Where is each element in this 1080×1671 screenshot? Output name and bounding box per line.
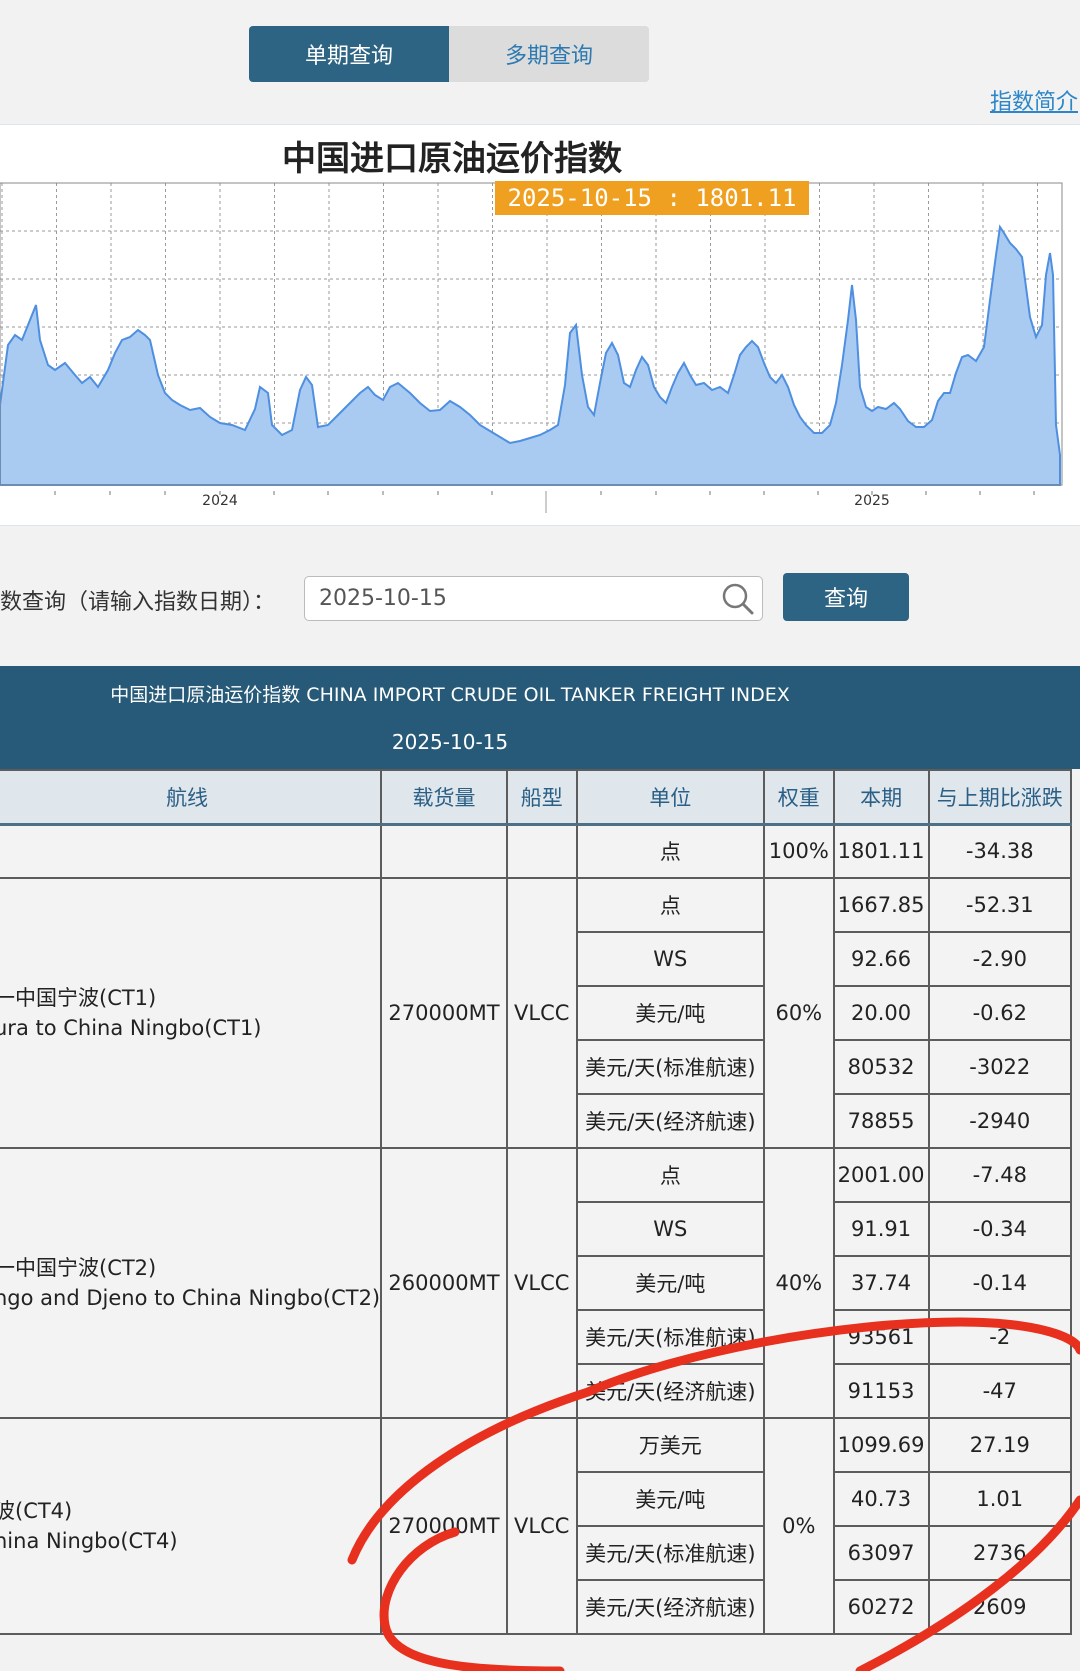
current-cell: 1801.11 [832, 823, 930, 879]
unit-cell: 美元/天(经济航速) [575, 1363, 765, 1419]
index-intro-link[interactable]: 指数简介 [990, 84, 1078, 116]
change-cell: 2609 [927, 1579, 1073, 1635]
table-row: 点 100% 1801.11 -34.38 [0, 823, 1073, 879]
capacity-cell: 270000MT [380, 877, 508, 1149]
change-cell: 2736 [927, 1525, 1073, 1581]
weight-cell: 0% [762, 1417, 835, 1635]
date-input[interactable] [319, 577, 699, 620]
table-row: 一中国宁波(CT2) ngo and Djeno to China Ningbo… [0, 1147, 1073, 1419]
route-cell: 波(CT4) hina Ningbo(CT4) [0, 1417, 383, 1635]
weight-cell: 40% [762, 1147, 835, 1419]
header-current: 本期 [832, 769, 930, 826]
x-tick-label: 2024 [202, 493, 238, 509]
chart-title: 中国进口原油运价指数 [282, 139, 622, 179]
chart-panel: 2024 2025 2025-10-15 : 1801.11 中国进口原油运价指数 [0, 124, 1080, 526]
change-cell: -2940 [927, 1093, 1073, 1149]
header-capacity: 载货量 [380, 769, 508, 826]
current-cell: 2001.00 [832, 1147, 930, 1203]
unit-cell: 点 [575, 877, 765, 933]
change-cell: -0.62 [927, 985, 1073, 1041]
header-weight: 权重 [762, 769, 835, 826]
table-row: 一中国宁波(CT1) ura to China Ningbo(CT1) 2700… [0, 877, 1073, 1149]
table-date: 2025-10-15 [391, 730, 509, 754]
route-cn: 一中国宁波(CT2) [0, 1256, 157, 1280]
current-cell: 93561 [832, 1309, 930, 1365]
unit-cell: 美元/天(标准航速) [575, 1525, 765, 1581]
search-icon[interactable] [720, 581, 756, 617]
x-tick-label: 2025 [854, 493, 890, 509]
current-cell: 78855 [832, 1093, 930, 1149]
change-cell: -7.48 [927, 1147, 1073, 1203]
unit-cell: 美元/吨 [575, 1471, 765, 1527]
index-area-series [0, 224, 1061, 486]
unit-cell: 美元/天(标准航速) [575, 1039, 765, 1095]
ship-cell [505, 823, 578, 879]
unit-cell: 美元/天(经济航速) [575, 1579, 765, 1635]
header-change: 与上期比涨跌 [927, 769, 1073, 826]
unit-cell: 美元/天(经济航速) [575, 1093, 765, 1149]
current-cell: 60272 [832, 1579, 930, 1635]
unit-cell: 点 [575, 1147, 765, 1203]
freight-index-table: 航线 载货量 船型 单位 权重 本期 与上期比涨跌 点 100% 1801.11… [0, 769, 1073, 1635]
date-search-box [304, 576, 763, 621]
current-cell: 20.00 [832, 985, 930, 1041]
table-title: 中国进口原油运价指数 CHINA IMPORT CRUDE OIL TANKER… [110, 684, 790, 706]
single-period-tab[interactable]: 单期查询 [249, 26, 449, 82]
current-cell: 40.73 [832, 1471, 930, 1527]
ship-cell: VLCC [505, 1147, 578, 1419]
route-cell [0, 823, 383, 879]
route-en: hina Ningbo(CT4) [0, 1529, 178, 1553]
current-cell: 91.91 [832, 1201, 930, 1257]
route-cell: 一中国宁波(CT2) ngo and Djeno to China Ningbo… [0, 1147, 383, 1419]
current-cell: 91153 [832, 1363, 930, 1419]
ship-cell: VLCC [505, 877, 578, 1149]
change-cell: -0.34 [927, 1201, 1073, 1257]
unit-cell: 美元/吨 [575, 1255, 765, 1311]
current-cell: 63097 [832, 1525, 930, 1581]
change-cell: -2.90 [927, 931, 1073, 987]
route-cn: 一中国宁波(CT1) [0, 986, 157, 1010]
change-cell: -34.38 [927, 823, 1073, 879]
index-chart: 2024 2025 2025-10-15 : 1801.11 [0, 181, 1063, 513]
route-cell: 一中国宁波(CT1) ura to China Ningbo(CT1) [0, 877, 383, 1149]
route-en: ngo and Djeno to China Ningbo(CT2) [0, 1286, 381, 1310]
route-cn: 波(CT4) [0, 1499, 73, 1523]
change-cell: -47 [927, 1363, 1073, 1419]
change-cell: -2 [927, 1309, 1073, 1365]
current-cell: 80532 [832, 1039, 930, 1095]
capacity-cell: 260000MT [380, 1147, 508, 1419]
capacity-cell: 270000MT [380, 1417, 508, 1635]
current-cell: 37.74 [832, 1255, 930, 1311]
tooltip-text: 2025-10-15 : 1801.11 [508, 184, 797, 212]
unit-cell: 万美元 [575, 1417, 765, 1473]
unit-cell: WS [575, 1201, 765, 1257]
unit-cell: 美元/吨 [575, 985, 765, 1041]
unit-cell: 美元/天(标准航速) [575, 1309, 765, 1365]
table-title-band: 中国进口原油运价指数 CHINA IMPORT CRUDE OIL TANKER… [0, 666, 1080, 769]
table-row: 波(CT4) hina Ningbo(CT4) 270000MT VLCC 万美… [0, 1417, 1073, 1635]
current-cell: 92.66 [832, 931, 930, 987]
header-route: 航线 [0, 769, 383, 826]
current-cell: 1099.69 [832, 1417, 930, 1473]
change-cell: 27.19 [927, 1417, 1073, 1473]
change-cell: -3022 [927, 1039, 1073, 1095]
search-label: 数查询（请输入指数日期）： [0, 590, 276, 615]
ship-cell: VLCC [505, 1417, 578, 1635]
change-cell: -0.14 [927, 1255, 1073, 1311]
change-cell: -52.31 [927, 877, 1073, 933]
unit-cell: WS [575, 931, 765, 987]
unit-cell: 点 [575, 823, 765, 879]
header-ship: 船型 [505, 769, 578, 826]
query-mode-toggle: 单期查询 多期查询 [249, 26, 649, 82]
table-header-row: 航线 载货量 船型 单位 权重 本期 与上期比涨跌 [0, 769, 1073, 826]
weight-cell: 100% [762, 823, 835, 879]
weight-cell: 60% [762, 877, 835, 1149]
route-en: ura to China Ningbo(CT1) [0, 1016, 262, 1040]
query-button[interactable]: 查询 [783, 573, 909, 621]
header-unit: 单位 [575, 769, 765, 826]
capacity-cell [380, 823, 508, 879]
change-cell: 1.01 [927, 1471, 1073, 1527]
current-cell: 1667.85 [832, 877, 930, 933]
multi-period-tab[interactable]: 多期查询 [449, 26, 649, 82]
